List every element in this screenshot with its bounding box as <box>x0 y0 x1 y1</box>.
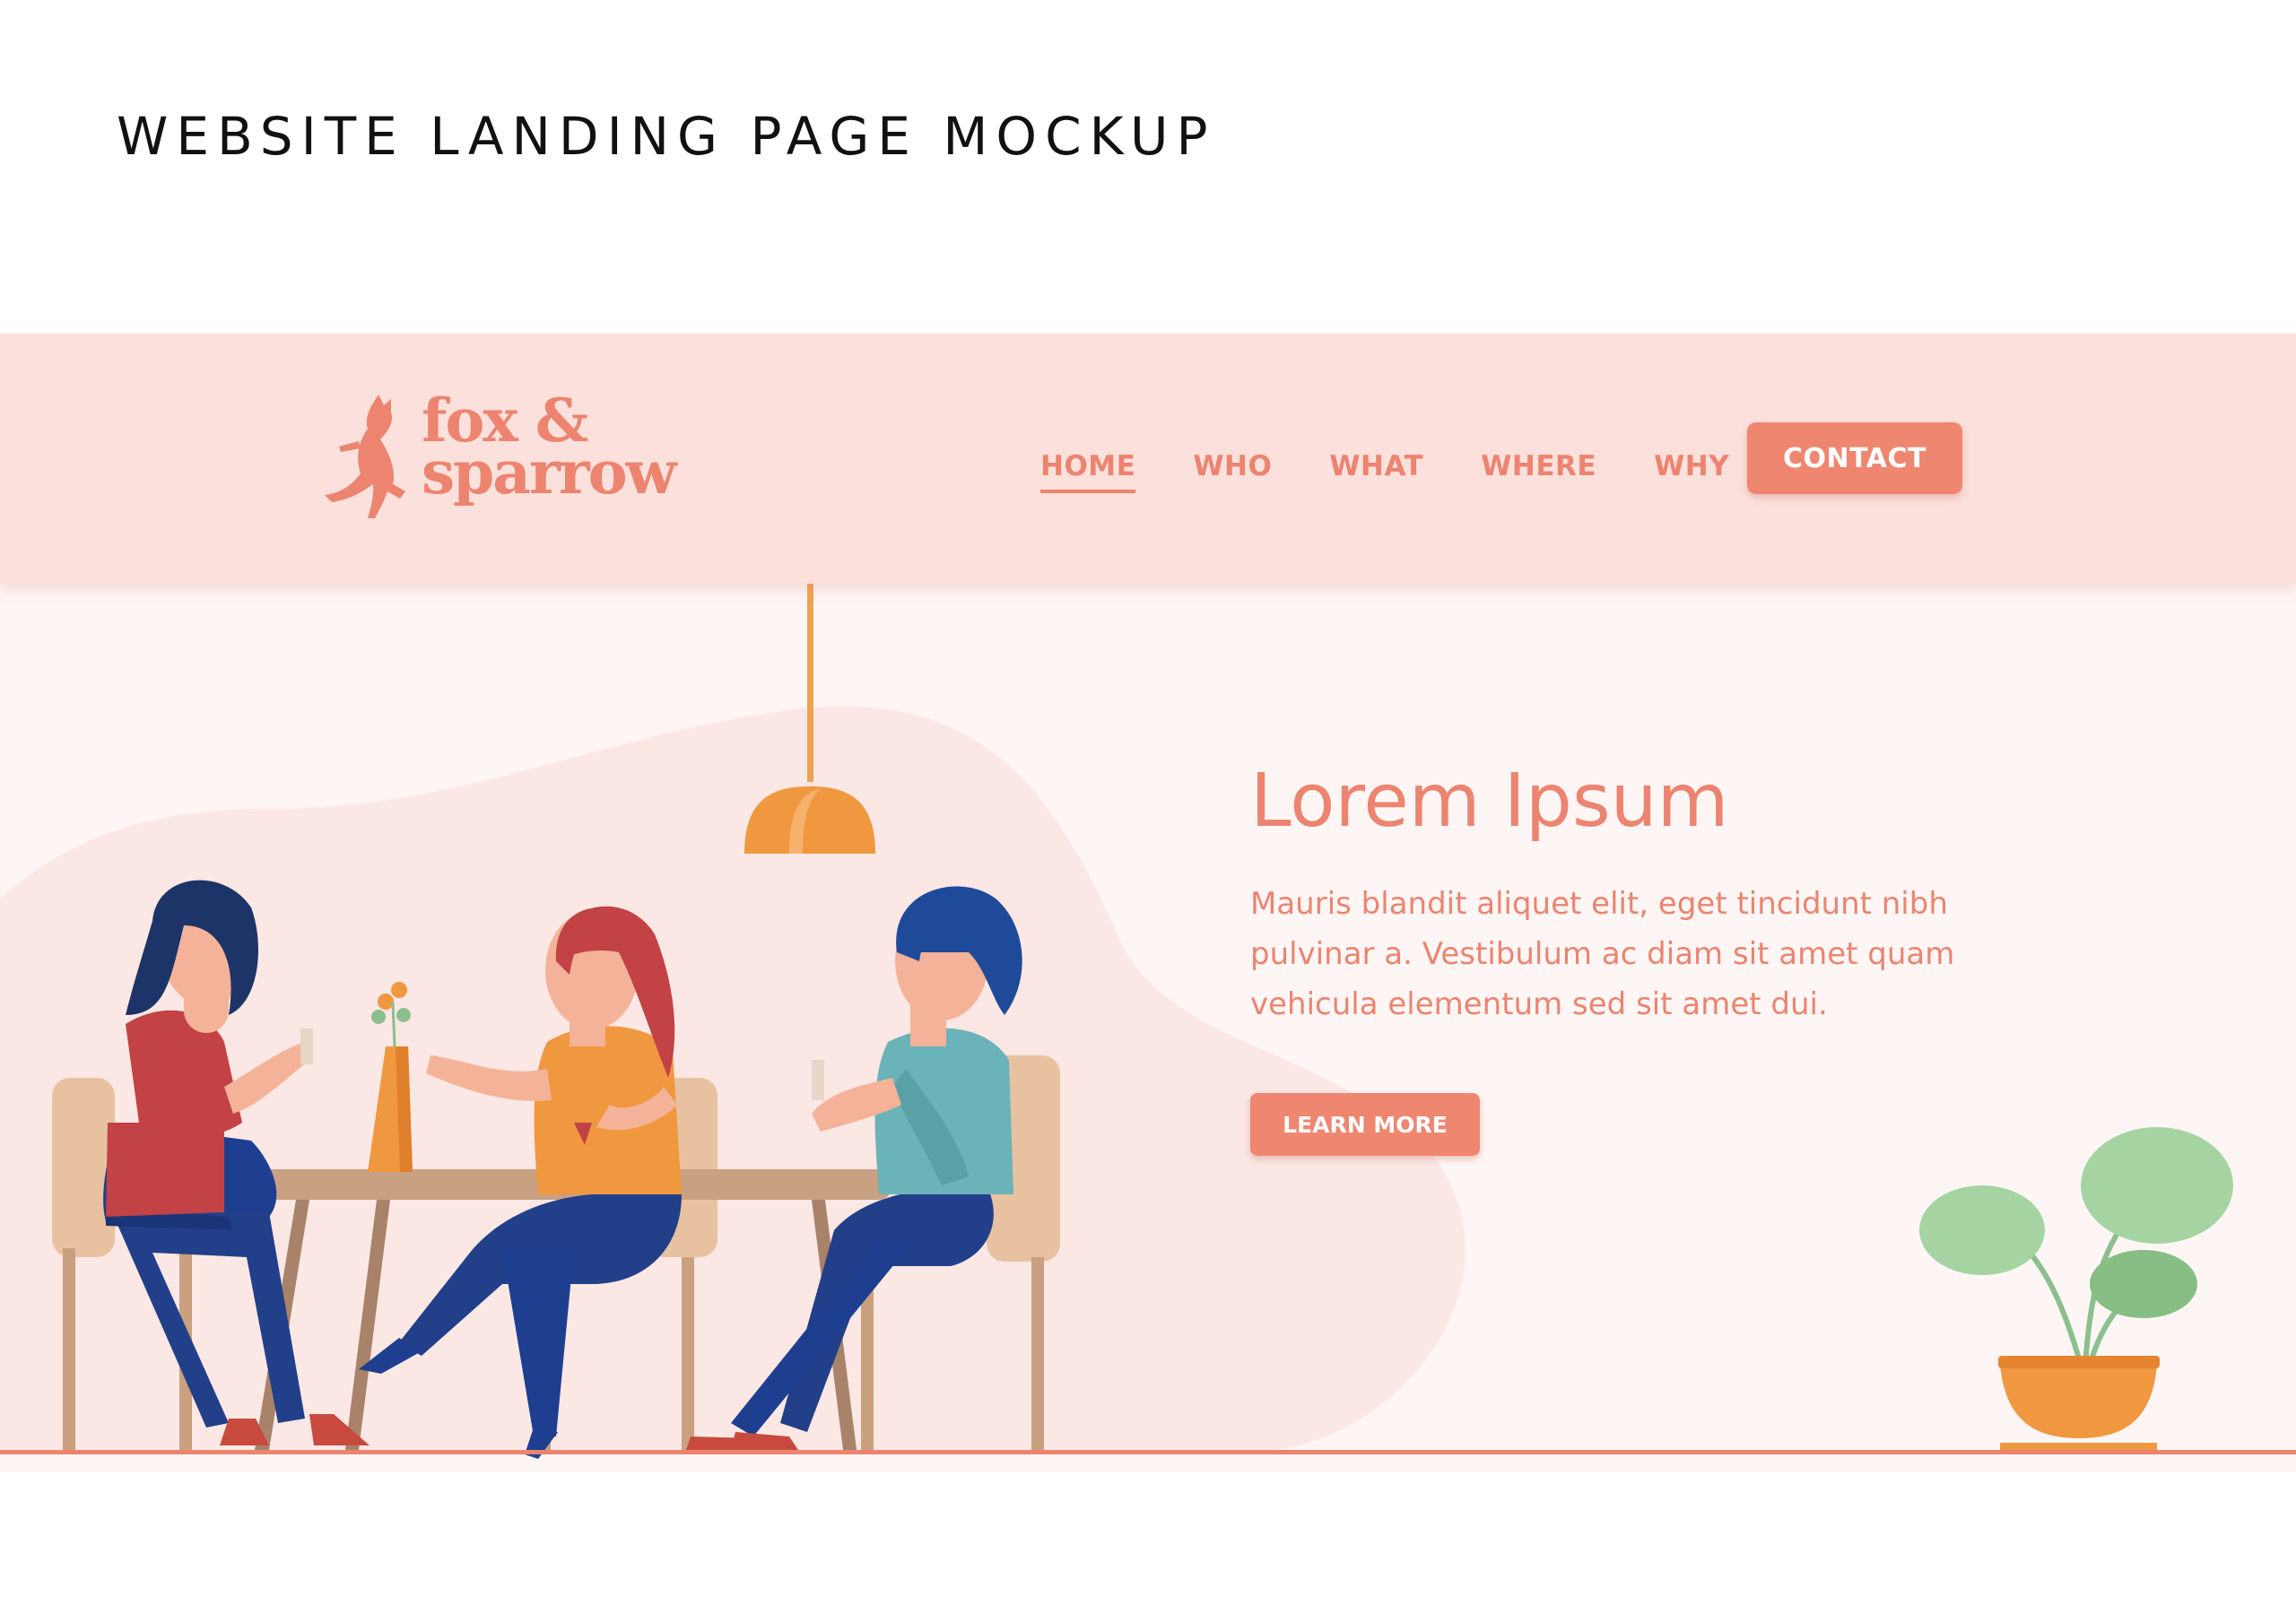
main-nav: HOME WHO WHAT WHERE WHY <box>1040 439 1787 493</box>
logo-wordmark: fox & sparrow <box>422 391 676 508</box>
nav-item-where[interactable]: WHERE <box>1481 450 1596 482</box>
hero-body-line-1: Mauris blandit aliquet elit, eget tincid… <box>1250 886 1948 922</box>
landing-page: fox & sparrow HOME WHO WHAT WHERE WHY CO… <box>0 334 2296 1472</box>
fox-icon <box>325 395 405 518</box>
nav-item-why[interactable]: WHY <box>1654 450 1729 482</box>
site-header: fox & sparrow HOME WHO WHAT WHERE WHY CO… <box>0 334 2296 584</box>
contact-button[interactable]: CONTACT <box>1747 422 1962 494</box>
floor-line <box>0 1450 2296 1454</box>
page-caption: WEBSITE LANDING PAGE MOCKUP <box>117 106 1216 167</box>
hero-body-line-2: pulvinar a. Vestibulum ac diam sit amet … <box>1250 936 1955 972</box>
nav-item-home[interactable]: HOME <box>1040 450 1136 493</box>
learn-more-button[interactable]: LEARN MORE <box>1250 1093 1480 1156</box>
hero-body: Mauris blandit aliquet elit, eget tincid… <box>1250 879 2004 1029</box>
lamp-cord <box>807 576 813 782</box>
nav-item-what[interactable]: WHAT <box>1329 450 1423 482</box>
hero-body-line-3: vehicula elementum sed sit amet dui. <box>1250 986 1828 1022</box>
nav-item-who[interactable]: WHO <box>1193 450 1272 482</box>
logo-line-2: sparrow <box>422 438 676 508</box>
hero-title: Lorem Ipsum <box>1250 759 1729 844</box>
plant <box>1919 1127 2233 1452</box>
logo[interactable]: fox & sparrow <box>325 391 676 520</box>
